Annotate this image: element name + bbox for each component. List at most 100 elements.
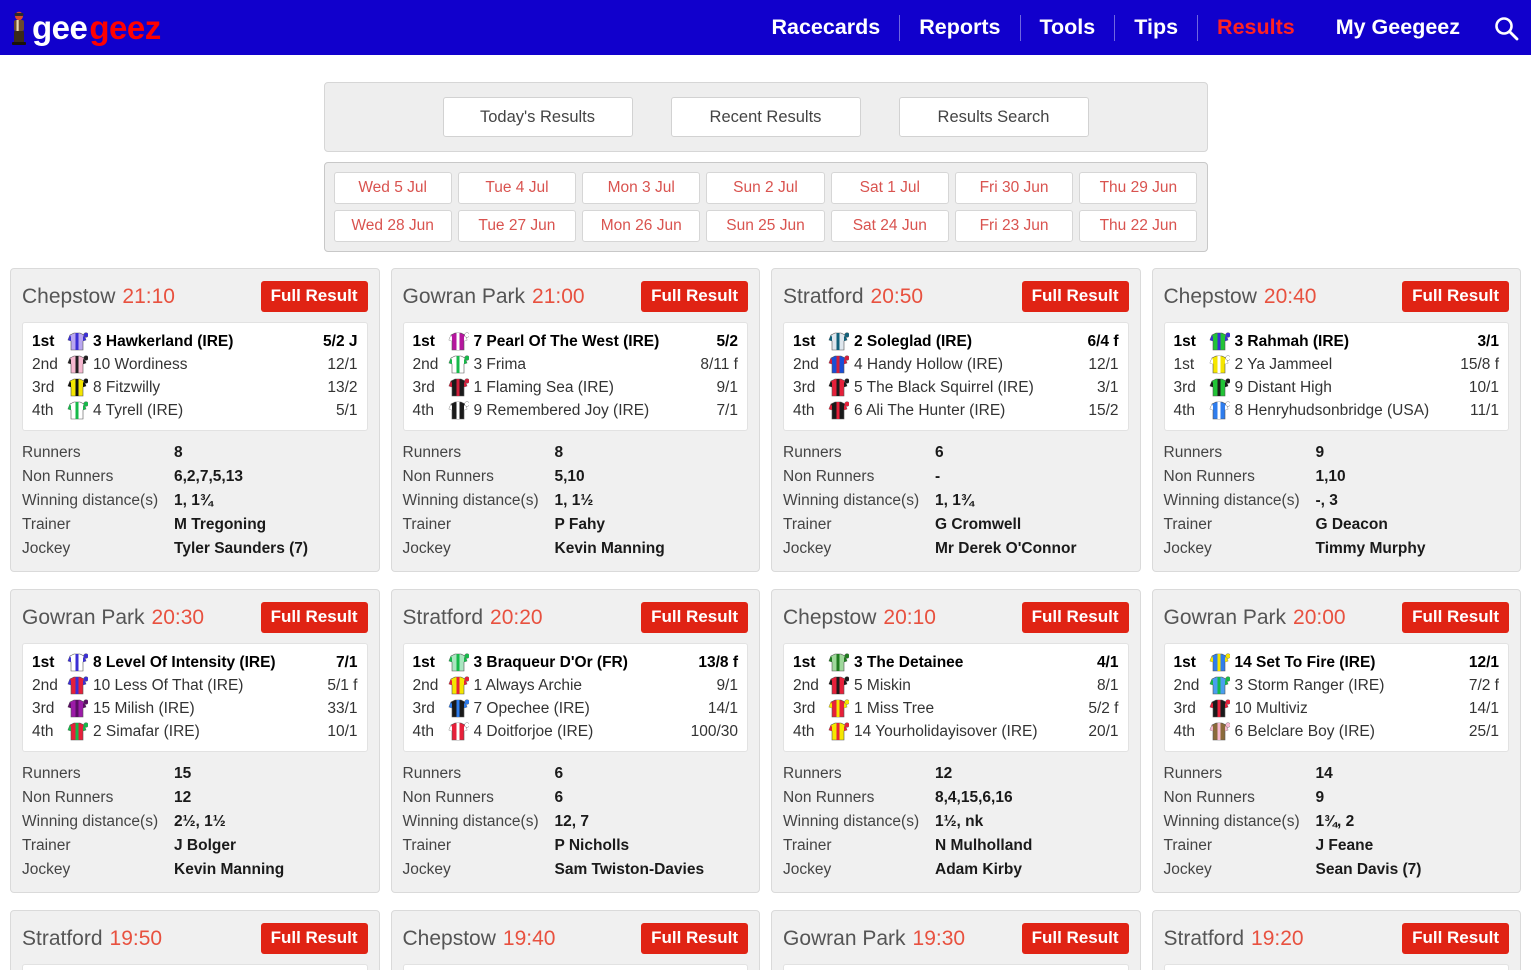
horse-name[interactable]: 4 Handy Hollow (IRE) [854,356,1082,374]
tab-results-search[interactable]: Results Search [899,97,1089,137]
horse-name[interactable]: 5 Miskin [854,677,1091,695]
meta-value-jockey: Adam Kirby [935,858,1022,882]
date-button[interactable]: Wed 28 Jun [334,210,452,242]
jockey-silk-icon [1208,378,1230,397]
date-button[interactable]: Wed 5 Jul [334,172,452,204]
date-button[interactable]: Mon 26 Jun [582,210,700,242]
horse-name[interactable]: 5 The Black Squirrel (IRE) [854,379,1091,397]
horse-name[interactable]: 6 Belclare Boy (IRE) [1235,723,1463,741]
full-result-button[interactable]: Full Result [1022,923,1129,954]
date-button[interactable]: Thu 22 Jun [1079,210,1197,242]
date-button[interactable]: Sun 25 Jun [706,210,824,242]
date-button[interactable]: Sat 1 Jul [831,172,949,204]
horse-name[interactable]: 6 Ali The Hunter (IRE) [854,402,1082,420]
nav-item-tips[interactable]: Tips [1115,0,1197,55]
starting-price: 9/1 [710,677,738,695]
starting-price: 4/1 [1091,654,1119,672]
jockey-silk-icon [447,699,469,718]
horse-name[interactable]: 3 Storm Ranger (IRE) [1235,677,1463,695]
meta-label: Jockey [783,537,935,561]
nav-item-my-geegeez[interactable]: My Geegeez [1314,0,1479,55]
horse-name[interactable]: 10 Less Of That (IRE) [93,677,321,695]
tab-todays-results[interactable]: Today's Results [443,97,633,137]
nav-item-tools[interactable]: Tools [1021,0,1115,55]
date-button[interactable]: Thu 29 Jun [1079,172,1197,204]
full-result-button[interactable]: Full Result [641,602,748,633]
meta-value-trainer: G Cromwell [935,513,1021,537]
nav-item-results[interactable]: Results [1198,0,1314,55]
horse-name[interactable]: 2 Soleglad (IRE) [854,333,1081,351]
full-result-button[interactable]: Full Result [1402,923,1509,954]
tab-recent-results[interactable]: Recent Results [671,97,861,137]
meta-value-jockey: Sean Davis (7) [1316,858,1422,882]
date-button[interactable]: Tue 27 Jun [458,210,576,242]
horse-name[interactable]: 10 Wordiness [93,356,321,374]
race-time: 20:10 [883,606,936,629]
date-button[interactable]: Tue 4 Jul [458,172,576,204]
site-logo[interactable]: geegeez [8,9,161,47]
meta-label: Runners [403,441,555,465]
full-result-button[interactable]: Full Result [641,281,748,312]
full-result-button[interactable]: Full Result [1022,602,1129,633]
race-result-card: Stratford19:50Full Result1st [10,910,380,970]
horse-name[interactable]: 10 Multiviz [1235,700,1463,718]
race-time: 19:40 [503,927,556,950]
date-button[interactable]: Fri 30 Jun [955,172,1073,204]
meta-value-winning_distances: 1½, nk [935,810,983,834]
meta-value-runners: 8 [555,441,564,465]
horse-name[interactable]: 3 Braqueur D'Or (FR) [474,654,693,672]
horse-name[interactable]: 9 Distant High [1235,379,1463,397]
nav-item-reports[interactable]: Reports [900,0,1019,55]
jockey-silk-icon [66,378,88,397]
horse-name[interactable]: 2 Ya Jammeel [1235,356,1455,374]
date-button[interactable]: Mon 3 Jul [582,172,700,204]
horse-name[interactable]: 3 Frima [474,356,695,374]
full-result-button[interactable]: Full Result [641,923,748,954]
horse-name[interactable]: 3 Hawkerland (IRE) [93,333,317,351]
date-button[interactable]: Fri 23 Jun [955,210,1073,242]
horse-name[interactable]: 15 Milish (IRE) [93,700,321,718]
jockey-silk-icon [827,699,849,718]
horse-name[interactable]: 4 Tyrell (IRE) [93,402,330,420]
full-result-button[interactable]: Full Result [1402,602,1509,633]
horse-name[interactable]: 8 Fitzwilly [93,379,321,397]
search-icon[interactable] [1479,15,1527,41]
horse-name[interactable]: 8 Henryhudsonbridge (USA) [1235,402,1464,420]
placing-row: 4th4 Tyrell (IRE)5/1 [32,399,358,422]
starting-price: 7/1 [710,402,738,420]
horse-name[interactable]: 14 Yourholidayisover (IRE) [854,723,1082,741]
full-result-button[interactable]: Full Result [261,923,368,954]
meta-value-winning_distances: 2½, 1½ [174,810,226,834]
meta-row: JockeyAdam Kirby [783,858,1129,882]
placing-row: 2nd3 Storm Ranger (IRE)7/2 f [1174,674,1500,697]
horse-name[interactable]: 2 Simafar (IRE) [93,723,321,741]
placing-position: 3rd [32,700,66,718]
horse-name[interactable]: 7 Opechee (IRE) [474,700,702,718]
nav-item-racecards[interactable]: Racecards [752,0,899,55]
race-time: 21:10 [122,285,175,308]
date-button[interactable]: Sun 2 Jul [706,172,824,204]
jockey-silk-icon [827,653,849,672]
horse-name[interactable]: 7 Pearl Of The West (IRE) [474,333,711,351]
horse-name[interactable]: 1 Always Archie [474,677,711,695]
horse-name[interactable]: 8 Level Of Intensity (IRE) [93,654,330,672]
full-result-button[interactable]: Full Result [261,602,368,633]
meta-row: JockeyKevin Manning [403,537,749,561]
horse-name[interactable]: 3 Rahmah (IRE) [1235,333,1472,351]
course-name: Chepstow [783,606,876,629]
horse-name[interactable]: 4 Doitforjoe (IRE) [474,723,685,741]
meta-label: Winning distance(s) [403,810,555,834]
race-time: 20:40 [1264,285,1317,308]
full-result-button[interactable]: Full Result [261,281,368,312]
horse-name[interactable]: 9 Remembered Joy (IRE) [474,402,711,420]
date-button[interactable]: Sat 24 Jun [831,210,949,242]
horse-name[interactable]: 3 The Detainee [854,654,1091,672]
full-result-button[interactable]: Full Result [1022,281,1129,312]
race-time: 19:50 [110,927,163,950]
meta-label: Non Runners [783,786,935,810]
horse-name[interactable]: 1 Miss Tree [854,700,1082,718]
horse-name[interactable]: 1 Flaming Sea (IRE) [474,379,711,397]
horse-name[interactable]: 14 Set To Fire (IRE) [1235,654,1463,672]
full-result-button[interactable]: Full Result [1402,281,1509,312]
placing-row: 2nd3 Frima8/11 f [413,353,739,376]
